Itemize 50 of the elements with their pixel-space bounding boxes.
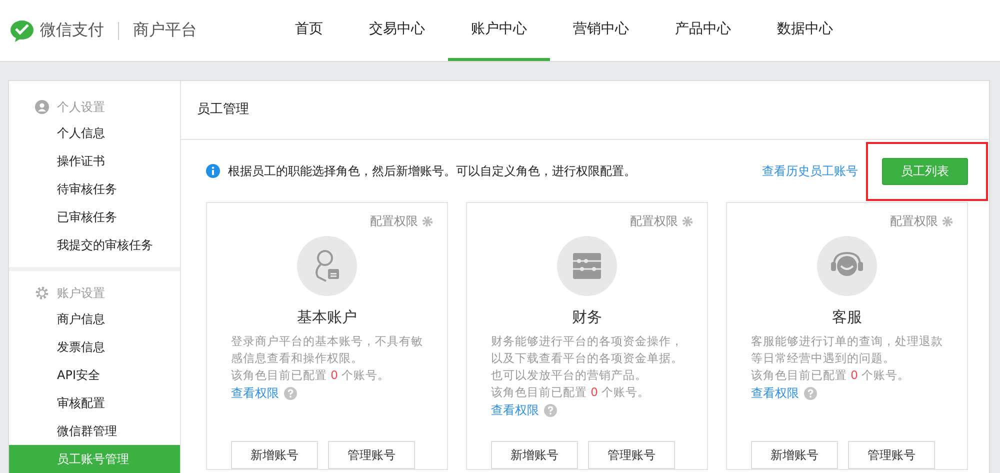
role-description: 财务能够进行平台的各项资金操作，以及下载查看平台的各项资金单据。 也可以发放平台的营销产品。	[491, 333, 684, 384]
settings-icon	[682, 216, 693, 227]
manage-account-button[interactable]: 管理账号	[848, 441, 935, 469]
sidebar-item[interactable]: 待审核任务	[9, 175, 180, 203]
account-count-text: 该角色目前已配置 0 个账号。	[751, 367, 911, 384]
role-name: 财务	[572, 308, 602, 327]
sidebar-item[interactable]: 我提交的审核任务	[9, 231, 180, 259]
add-account-button[interactable]: 新增账号	[491, 441, 578, 469]
sidebar-item[interactable]: API安全	[9, 361, 180, 389]
add-account-button[interactable]: 新增账号	[751, 441, 838, 469]
help-icon	[284, 386, 297, 400]
manage-account-button[interactable]: 管理账号	[588, 441, 675, 469]
page-title: 员工管理	[181, 81, 989, 140]
nav-tab[interactable]: 数据中心	[754, 0, 856, 61]
person-icon	[35, 100, 49, 114]
add-account-button[interactable]: 新增账号	[231, 441, 318, 469]
nav-tab[interactable]: 首页	[272, 0, 346, 61]
sidebar-item[interactable]: 审核配置	[9, 389, 180, 417]
manage-account-button[interactable]: 管理账号	[328, 441, 415, 469]
nav-tab[interactable]: 账户中心	[448, 0, 550, 61]
group-title: 个人设置	[57, 98, 105, 116]
account-count-text: 该角色目前已配置 0 个账号。	[231, 367, 391, 384]
notice-text: 根据员工的职能选择角色，然后新增账号。可以自定义角色，进行权限配置。	[228, 162, 636, 180]
brand-name: 微信支付	[40, 20, 104, 41]
sidebar-item[interactable]: 操作证书	[9, 147, 180, 175]
configure-permissions-link[interactable]: 配置权限	[370, 213, 433, 230]
role-name: 基本账户	[297, 308, 357, 327]
help-icon	[804, 386, 817, 400]
info-icon	[206, 164, 220, 178]
nav-tab[interactable]: 交易中心	[346, 0, 448, 61]
configure-permissions-link[interactable]: 配置权限	[630, 213, 693, 230]
help-icon	[544, 404, 557, 416]
sidebar-item[interactable]: 发票信息	[9, 333, 180, 361]
settings-icon	[942, 216, 953, 227]
settings-icon	[422, 216, 433, 227]
sidebar-item[interactable]: 商户信息	[9, 305, 180, 333]
group-title: 账户设置	[57, 284, 105, 302]
configure-permissions-link[interactable]: 配置权限	[890, 213, 953, 230]
sidebar-item[interactable]: 微信群管理	[9, 417, 180, 445]
role-description: 登录商户平台的基本账号，不具有敏感信息查看和操作权限。	[231, 333, 424, 367]
logo-icon	[10, 20, 34, 42]
sidebar-item[interactable]: 已审核任务	[9, 203, 180, 231]
account-count-text: 该角色目前已配置 0 个账号。	[491, 384, 651, 401]
settings-icon	[35, 286, 49, 300]
product-name: 商户平台	[133, 20, 197, 41]
role-description: 客服能够进行订单的查询，处理退款等日常经营中遇到的问题。	[751, 333, 944, 367]
nav-tab[interactable]: 营销中心	[550, 0, 652, 61]
sidebar-item[interactable]: 个人信息	[9, 119, 180, 147]
nav-tab[interactable]: 产品中心	[652, 0, 754, 61]
role-name: 客服	[832, 308, 862, 327]
